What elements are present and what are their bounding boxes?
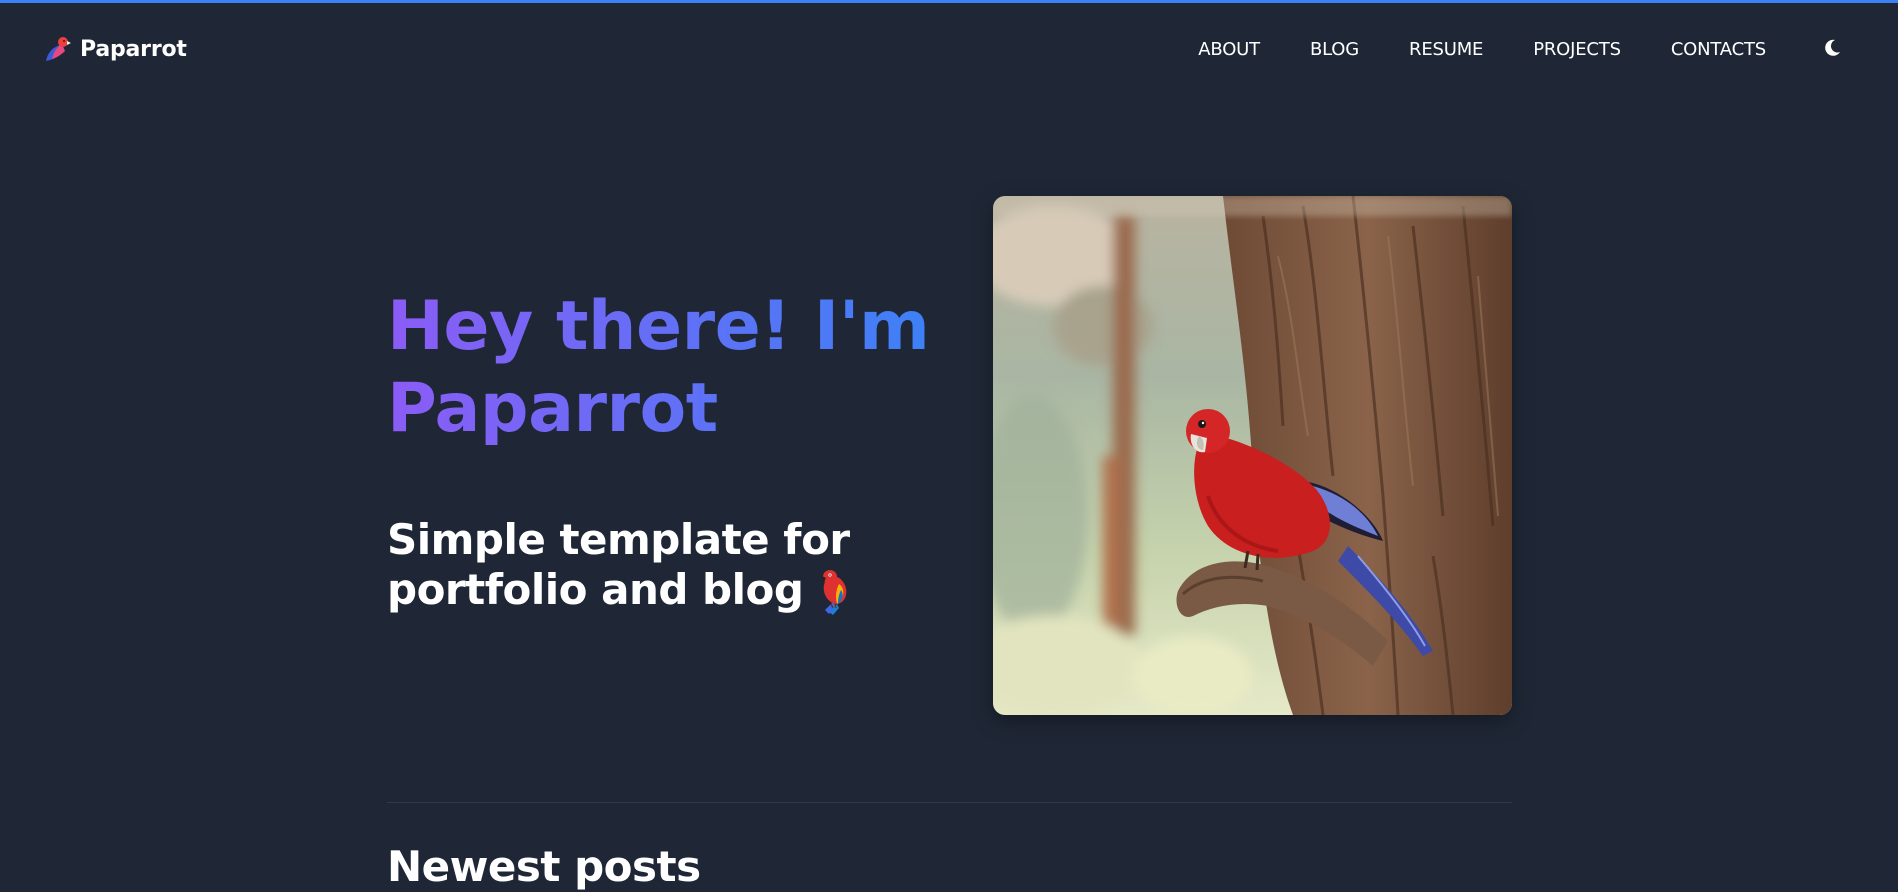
brand-logo-link[interactable]: Paparrot (40, 33, 187, 65)
parrot-emoji-icon (811, 566, 857, 616)
newest-posts-heading: Newest posts (387, 842, 701, 891)
hero-title-line1: Hey there! I'm (387, 287, 930, 366)
hero-parrot-photo (993, 196, 1512, 715)
brand-name: Paparrot (80, 36, 187, 62)
moon-icon (1822, 38, 1842, 61)
hero-subtitle-line1: Simple template for (387, 515, 850, 564)
nav-item-contacts[interactable]: CONTACTS (1671, 39, 1766, 61)
hero-title: Hey there! I'm Paparrot (387, 286, 947, 450)
nav-item-about[interactable]: ABOUT (1198, 39, 1260, 61)
nav-item-resume[interactable]: RESUME (1409, 39, 1483, 61)
parrot-logo-icon (40, 33, 72, 65)
theme-toggle-button[interactable] (1818, 35, 1846, 63)
main-nav: ABOUT BLOG RESUME PROJECTS CONTACTS (1198, 39, 1766, 61)
nav-item-projects[interactable]: PROJECTS (1533, 39, 1621, 61)
hero-subtitle-line2: portfolio and blog (387, 565, 804, 614)
nav-item-blog[interactable]: BLOG (1310, 39, 1359, 61)
site-header: Paparrot ABOUT BLOG RESUME PROJECTS CONT… (0, 3, 1898, 93)
section-divider (387, 802, 1512, 803)
hero-subtitle: Simple template for portfolio and blog (387, 515, 907, 616)
hero-title-line2: Paparrot (387, 369, 718, 448)
